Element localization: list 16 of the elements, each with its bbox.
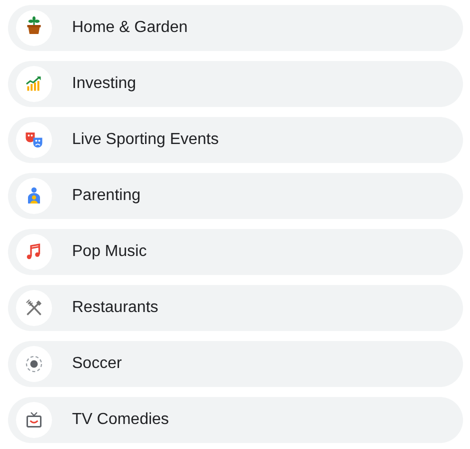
topic-label: Home & Garden — [72, 19, 188, 37]
topic-label: Live Sporting Events — [72, 131, 219, 149]
topic-label: TV Comedies — [72, 411, 169, 429]
topic-chip[interactable]: Parenting — [8, 173, 463, 219]
topic-label: Soccer — [72, 355, 122, 373]
topic-chip[interactable]: Soccer — [8, 341, 463, 387]
topic-label: Pop Music — [72, 243, 147, 261]
topic-chip[interactable]: TV Comedies — [8, 397, 463, 443]
topic-chip[interactable]: Live Sporting Events — [8, 117, 463, 163]
topic-label: Investing — [72, 75, 136, 93]
topic-label: Restaurants — [72, 299, 158, 317]
topic-chip[interactable]: Home & Garden — [8, 5, 463, 51]
topic-label: Parenting — [72, 187, 140, 205]
topic-chip[interactable]: Restaurants — [8, 285, 463, 331]
topic-chip[interactable]: Investing — [8, 61, 463, 107]
topic-chip[interactable]: Pop Music — [8, 229, 463, 275]
